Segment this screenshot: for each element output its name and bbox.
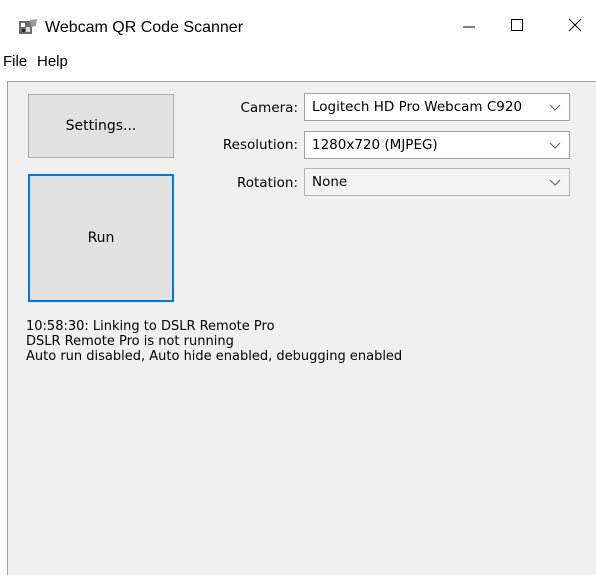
main-panel: Settings... Run Camera: Logitech HD Pro … [7, 81, 596, 575]
menu-bar: File Help [0, 50, 596, 74]
camera-label: Camera: [240, 100, 298, 116]
camera-select-value: Logitech HD Pro Webcam C920 [312, 99, 523, 115]
close-button[interactable] [546, 0, 596, 50]
resolution-select[interactable]: 1280x720 (MJPEG) [304, 131, 570, 159]
rotation-select[interactable]: None [304, 168, 570, 196]
log-line: DSLR Remote Pro is not running [26, 334, 234, 349]
maximize-icon [511, 19, 523, 31]
log-line: Auto run disabled, Auto hide enabled, de… [26, 349, 403, 364]
run-button[interactable]: Run [28, 174, 174, 302]
settings-button[interactable]: Settings... [28, 94, 174, 158]
app-window: Webcam QR Code Scanner File Help Setting… [0, 0, 596, 575]
menu-help[interactable]: Help [37, 51, 68, 73]
maximize-button[interactable] [488, 0, 546, 50]
rotation-select-value: None [312, 174, 348, 190]
minimize-icon [463, 26, 475, 28]
close-icon [568, 18, 582, 32]
resolution-label: Resolution: [222, 137, 298, 153]
camera-app-icon [19, 19, 37, 34]
chevron-down-icon [549, 104, 561, 111]
window-title: Webcam QR Code Scanner [45, 19, 244, 36]
resolution-select-value: 1280x720 (MJPEG) [312, 137, 438, 153]
menu-file[interactable]: File [3, 51, 27, 73]
chevron-down-icon [549, 142, 561, 149]
rotation-label: Rotation: [236, 175, 298, 191]
camera-select[interactable]: Logitech HD Pro Webcam C920 [304, 93, 570, 121]
status-log: 10:58:30: Linking to DSLR Remote Pro DSL… [26, 319, 586, 364]
log-line: 10:58:30: Linking to DSLR Remote Pro [26, 319, 275, 334]
title-bar[interactable]: Webcam QR Code Scanner [0, 0, 596, 50]
chevron-down-icon [549, 179, 561, 186]
